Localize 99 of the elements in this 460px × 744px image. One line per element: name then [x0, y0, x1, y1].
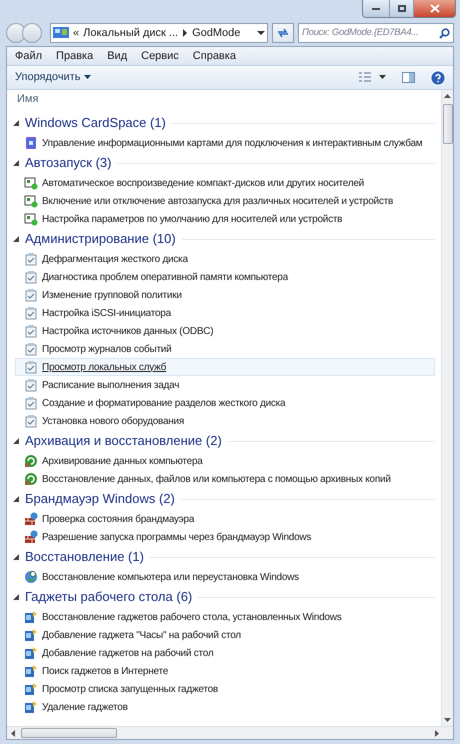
overflow-chevron[interactable]: « — [73, 24, 80, 42]
list-item[interactable]: Создание и форматирование разделов жесткого диска — [15, 394, 435, 412]
list-item[interactable]: Включение или отключение автозапуска для различных носителей и устройств — [15, 192, 435, 210]
tools-icon — [24, 396, 38, 410]
menu-item[interactable]: Сервис — [141, 48, 179, 64]
backup-icon — [24, 472, 38, 486]
list-item[interactable]: Автоматическое воспроизведение компакт-дисков или других носителей — [15, 174, 435, 192]
collapse-arrow-icon[interactable] — [13, 236, 19, 242]
tools-icon — [24, 414, 38, 428]
list-item[interactable]: Добавление гаджета "Часы" на рабочий стол — [15, 626, 435, 644]
autoplay-icon — [24, 212, 38, 226]
preview-pane-icon[interactable] — [402, 72, 415, 83]
tools-icon — [24, 252, 38, 266]
scroll-left-icon[interactable] — [11, 730, 15, 736]
collapse-arrow-icon[interactable] — [13, 438, 19, 444]
list-item[interactable]: Настройка параметров по умолчанию для носителей или устройств — [15, 210, 435, 228]
minimize-button[interactable] — [363, 0, 389, 17]
group-heading[interactable]: Windows CardSpace (1) — [25, 113, 166, 133]
gadget-icon — [24, 628, 38, 642]
gadget-icon — [24, 700, 38, 714]
list-item[interactable]: Просмотр списка запущенных гаджетов — [15, 680, 435, 698]
menu-item[interactable]: Правка — [56, 48, 94, 64]
caret-icon[interactable] — [84, 75, 92, 80]
breadcrumb[interactable]: Локальный диск ... — [83, 24, 178, 42]
tools-icon — [24, 324, 38, 338]
search-field[interactable]: Поиск: GodMode.{ED7BA4... — [298, 23, 454, 43]
search-icon[interactable] — [439, 28, 450, 38]
list-item[interactable]: Восстановление гаджетов рабочего стола, установленных Windows — [15, 608, 435, 626]
list-item[interactable]: Установка нового оборудования — [15, 412, 435, 430]
menu-item[interactable]: Файл — [15, 48, 42, 64]
list-item[interactable]: Удаление гаджетов — [15, 698, 435, 716]
list-item[interactable]: Управление информационными картами для подключения к интерактивным службам — [15, 134, 435, 152]
list-item[interactable]: Изменение групповой политики — [15, 286, 435, 304]
list-item[interactable]: Настройка iSCSI-инициатора — [15, 304, 435, 322]
card-stack-icon — [24, 136, 38, 150]
gadget-icon — [24, 646, 38, 660]
column-header[interactable]: Имя — [17, 90, 38, 108]
collapse-arrow-icon[interactable] — [13, 594, 19, 600]
scroll-thumb[interactable] — [21, 728, 117, 738]
autoplay-icon — [24, 194, 38, 208]
scroll-right-icon[interactable] — [435, 730, 439, 736]
tools-icon — [24, 360, 38, 374]
list-item[interactable]: Восстановление данных, файлов или компьютера с помощью архивных копий — [15, 470, 435, 488]
maximize-button[interactable] — [389, 0, 413, 17]
close-icon[interactable] — [430, 4, 440, 13]
tools-icon — [24, 270, 38, 284]
dropdown-arrow-icon[interactable] — [257, 30, 265, 36]
autoplay-icon — [24, 176, 38, 190]
group-heading[interactable]: Архивация и восстановление (2) — [25, 431, 222, 451]
gadget-icon — [24, 682, 38, 696]
help-icon[interactable] — [431, 70, 445, 84]
list-item[interactable]: Проверка состояния брандмауэра — [15, 510, 435, 528]
list-item[interactable]: Архивирование данных компьютера — [15, 452, 435, 470]
list-item[interactable]: Поиск гаджетов в Интернете — [15, 662, 435, 680]
gadget-icon — [24, 664, 38, 678]
firewall-icon — [24, 530, 38, 544]
address-bar[interactable]: « Локальный диск ... GodMode — [50, 23, 268, 43]
collapse-arrow-icon[interactable] — [13, 496, 19, 502]
organize-button[interactable]: Упорядочить — [15, 69, 92, 86]
collapse-arrow-icon[interactable] — [13, 554, 19, 560]
list-item[interactable]: Диагностика проблем оперативной памяти компьютера — [15, 268, 435, 286]
tools-icon — [24, 288, 38, 302]
gadget-icon — [24, 610, 38, 624]
close-button[interactable] — [413, 0, 455, 17]
collapse-arrow-icon[interactable] — [13, 160, 19, 166]
control-panel-icon — [53, 26, 69, 40]
menu-item[interactable]: Вид — [107, 48, 128, 64]
list-item[interactable]: Просмотр журналов событий — [15, 340, 435, 358]
backup-icon — [24, 454, 38, 468]
breadcrumb-arrow-icon[interactable] — [182, 29, 188, 37]
collapse-arrow-icon[interactable] — [13, 120, 19, 126]
view-list-icon[interactable] — [359, 72, 371, 83]
recovery-icon — [24, 570, 38, 584]
list-item[interactable]: Восстановление компьютера или переустановка Windows — [15, 568, 435, 586]
scroll-down-icon[interactable] — [444, 718, 451, 722]
view-dropdown-icon[interactable] — [379, 75, 386, 80]
group-heading[interactable]: Автозапуск (3) — [25, 153, 112, 173]
group-heading[interactable]: Администрирование (10) — [25, 229, 176, 249]
list-item[interactable]: Разрешение запуска программы через брандмауэр Windows — [15, 528, 435, 546]
group-heading[interactable]: Брандмауэр Windows (2) — [25, 489, 175, 509]
list-item[interactable]: Расписание выполнения задач — [15, 376, 435, 394]
group-heading[interactable]: Гаджеты рабочего стола (6) — [25, 587, 192, 607]
scroll-thumb[interactable] — [442, 104, 452, 144]
tools-icon — [24, 306, 38, 320]
scroll-up-icon[interactable] — [444, 94, 451, 98]
group-heading[interactable]: Восстановление (1) — [25, 547, 144, 567]
tools-icon — [24, 378, 38, 392]
breadcrumb[interactable]: GodMode — [192, 24, 240, 42]
list-item[interactable]: Настройка источников данных (ODBC) — [15, 322, 435, 340]
refresh-icon[interactable] — [277, 28, 289, 38]
refresh-button[interactable] — [272, 23, 294, 43]
menu-item[interactable]: Справка — [192, 48, 236, 64]
list-item[interactable]: Добавление гаджетов на рабочий стол — [15, 644, 435, 662]
firewall-icon — [24, 512, 38, 526]
list-item[interactable]: Просмотр локальных служб — [15, 358, 435, 376]
tools-icon — [24, 342, 38, 356]
vertical-scrollbar[interactable] — [441, 90, 453, 726]
horizontal-scrollbar[interactable] — [7, 726, 453, 739]
list-item[interactable]: Дефрагментация жесткого диска — [15, 250, 435, 268]
